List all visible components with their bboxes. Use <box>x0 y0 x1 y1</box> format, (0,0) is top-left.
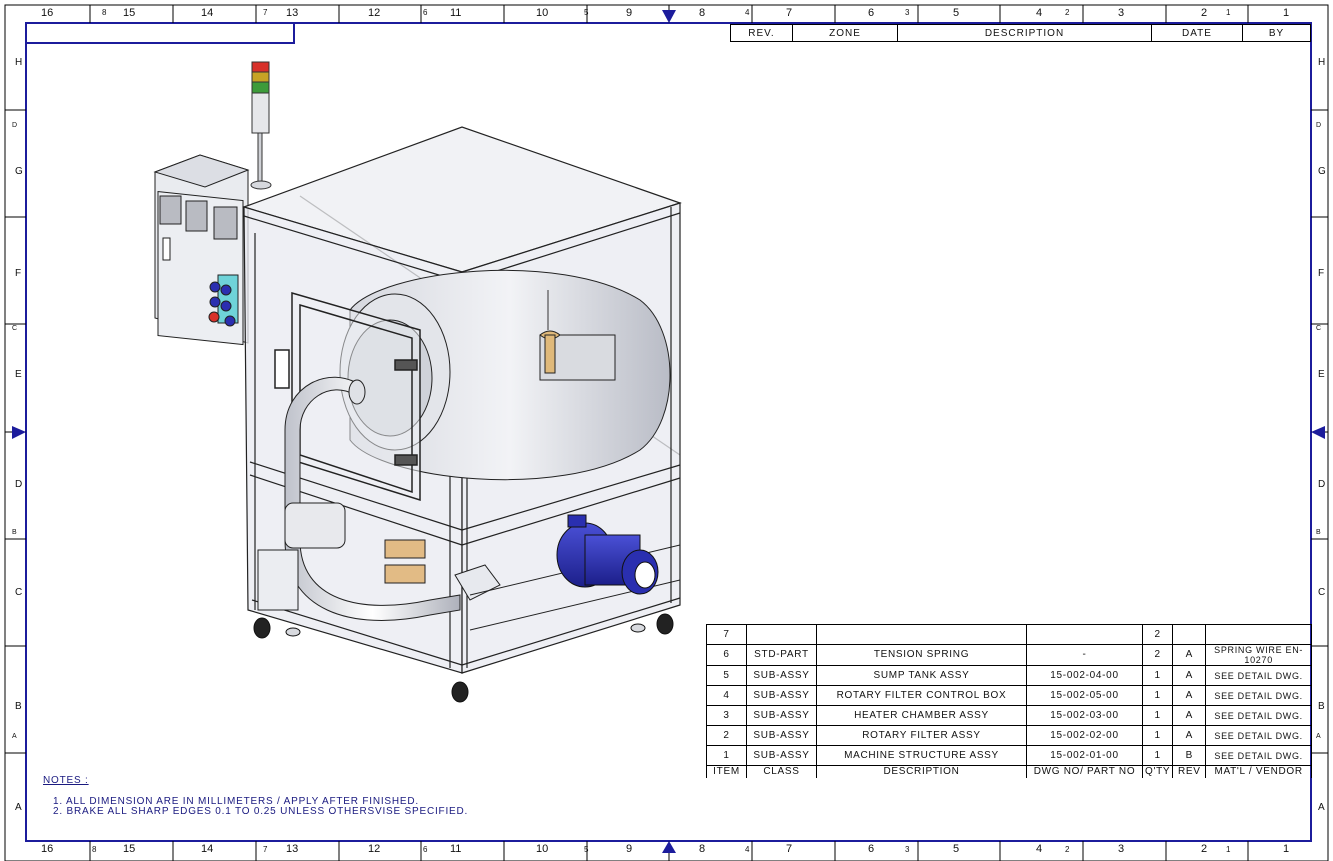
note-line: 2. BRAKE ALL SHARP EDGES 0.1 TO 0.25 UNL… <box>53 806 469 817</box>
dwg-cell: 15-002-01-00 <box>1026 745 1143 766</box>
rev-header: REV <box>1172 765 1207 778</box>
rev-cell: A <box>1172 685 1207 706</box>
qty-cell: 1 <box>1141 685 1174 706</box>
class-cell: SUB-ASSY <box>746 745 817 766</box>
vendor-cell: SEE DETAIL DWG. <box>1205 685 1312 706</box>
vendor-cell: SEE DETAIL DWG. <box>1205 725 1312 746</box>
table-row: 6 STD-PART TENSION SPRING - 2 A SPRING W… <box>706 644 1312 666</box>
table-row: 4 SUB-ASSY ROTARY FILTER CONTROL BOX 15-… <box>706 685 1312 706</box>
rev-cell: A <box>1172 705 1207 726</box>
dwg-cell: 15-002-03-00 <box>1026 705 1143 726</box>
description-cell: HEATER CHAMBER ASSY <box>816 705 1027 726</box>
vendor-header: MAT'L / VENDOR <box>1205 765 1312 778</box>
class-cell <box>746 624 817 645</box>
class-cell: SUB-ASSY <box>746 705 817 726</box>
dwg-cell: 15-002-04-00 <box>1026 665 1143 686</box>
notes-title: NOTES : <box>43 775 89 786</box>
bill-of-materials: 7 2 6 STD-PART TENSION SPRING - 2 A SPRI… <box>706 624 1312 778</box>
dwg-cell: - <box>1026 644 1143 666</box>
description-header: DESCRIPTION <box>816 765 1027 778</box>
class-cell: SUB-ASSY <box>746 665 817 686</box>
item-header: ITEM <box>706 765 747 778</box>
dwg-header: DWG NO/ PART NO <box>1026 765 1143 778</box>
table-row: 1 SUB-ASSY MACHINE STRUCTURE ASSY 15-002… <box>706 745 1312 766</box>
notes-block: NOTES : 1. ALL DIMENSION ARE IN MILLIMET… <box>43 775 468 817</box>
rev-cell <box>1172 624 1207 645</box>
dwg-cell: 15-002-05-00 <box>1026 685 1143 706</box>
qty-cell: 2 <box>1141 624 1174 645</box>
class-cell: SUB-ASSY <box>746 685 817 706</box>
dwg-cell <box>1026 624 1143 645</box>
control-box <box>153 154 250 346</box>
qty-cell: 1 <box>1141 705 1174 726</box>
table-row: 5 SUB-ASSY SUMP TANK ASSY 15-002-04-00 1… <box>706 665 1312 686</box>
description-cell: MACHINE STRUCTURE ASSY <box>816 745 1027 766</box>
vendor-cell: SEE DETAIL DWG. <box>1205 705 1312 726</box>
qty-cell: 1 <box>1141 745 1174 766</box>
qty-cell: 2 <box>1141 644 1174 666</box>
table-header-row: ITEM CLASS DESCRIPTION DWG NO/ PART NO Q… <box>706 765 1312 778</box>
description-cell <box>816 624 1027 645</box>
vendor-cell <box>1205 624 1312 645</box>
rev-cell: A <box>1172 665 1207 686</box>
table-row: 2 SUB-ASSY ROTARY FILTER ASSY 15-002-02-… <box>706 725 1312 746</box>
table-row: 7 2 <box>706 624 1312 645</box>
table-row: 3 SUB-ASSY HEATER CHAMBER ASSY 15-002-03… <box>706 705 1312 726</box>
item-cell: 2 <box>706 725 747 746</box>
description-cell: TENSION SPRING <box>816 644 1027 666</box>
item-cell: 1 <box>706 745 747 766</box>
class-cell: SUB-ASSY <box>746 725 817 746</box>
vendor-cell: SPRING WIRE EN-10270 <box>1205 644 1312 666</box>
item-cell: 5 <box>706 665 747 686</box>
vendor-cell: SEE DETAIL DWG. <box>1205 745 1312 766</box>
rev-cell: A <box>1172 725 1207 746</box>
qty-header: Q'TY <box>1141 765 1174 778</box>
rev-cell: B <box>1172 745 1207 766</box>
item-cell: 7 <box>706 624 747 645</box>
vendor-cell: SEE DETAIL DWG. <box>1205 665 1312 686</box>
class-cell: STD-PART <box>746 644 817 666</box>
rev-cell: A <box>1172 644 1207 666</box>
description-cell: ROTARY FILTER CONTROL BOX <box>816 685 1027 706</box>
signal-tower-light <box>250 61 272 190</box>
description-cell: ROTARY FILTER ASSY <box>816 725 1027 746</box>
qty-cell: 1 <box>1141 725 1174 746</box>
qty-cell: 1 <box>1141 665 1174 686</box>
item-cell: 3 <box>706 705 747 726</box>
item-cell: 4 <box>706 685 747 706</box>
dwg-cell: 15-002-02-00 <box>1026 725 1143 746</box>
description-cell: SUMP TANK ASSY <box>816 665 1027 686</box>
item-cell: 6 <box>706 644 747 666</box>
class-header: CLASS <box>746 765 817 778</box>
